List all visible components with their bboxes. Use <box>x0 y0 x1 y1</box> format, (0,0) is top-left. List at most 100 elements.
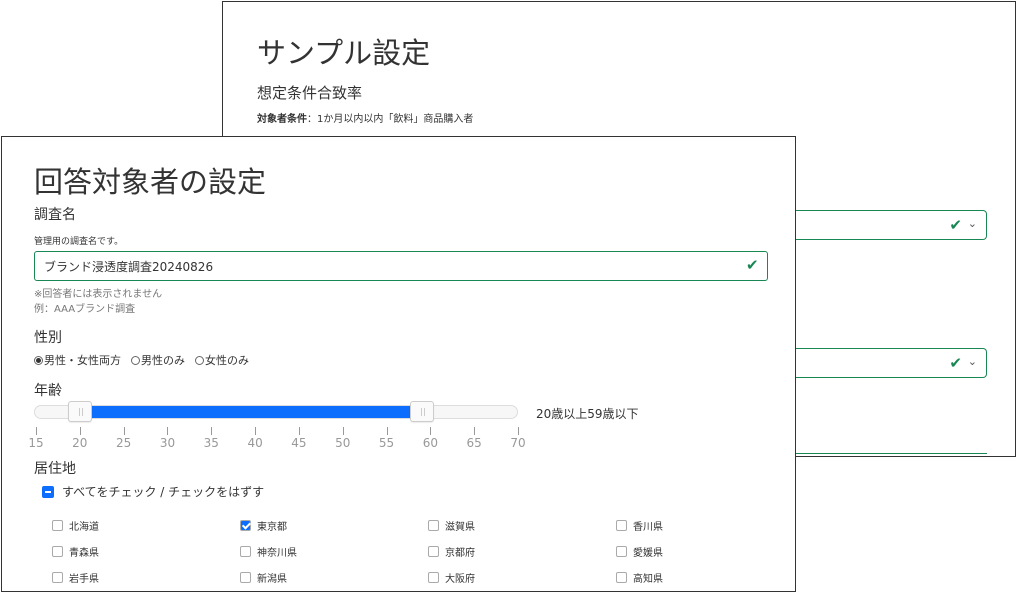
prefecture-option[interactable]: 滋賀県 <box>428 518 475 533</box>
age-tick-label: 60 <box>422 436 438 450</box>
prefecture-label: 愛媛県 <box>633 548 663 559</box>
sample-settings-title: サンプル設定 <box>257 36 431 70</box>
age-tick-label: 50 <box>335 436 351 450</box>
age-tick-label: 25 <box>115 436 132 450</box>
prefecture-label: 青森県 <box>69 548 99 559</box>
prefecture-label: 京都府 <box>445 548 475 559</box>
age-tick-label: 65 <box>466 436 482 450</box>
gender-label: 性別 <box>34 330 62 346</box>
survey-name-help: 管理用の調査名です。 <box>34 237 124 247</box>
age-tick-label: 40 <box>247 436 263 450</box>
prefecture-label: 滋賀県 <box>445 522 475 533</box>
prefecture-label: 東京都 <box>257 522 287 533</box>
radio-button[interactable] <box>131 355 140 365</box>
age-slider-max-handle[interactable] <box>409 401 434 422</box>
age-range-text: 20歳以上59歳以下 <box>536 407 639 421</box>
check-icon: ✔ <box>746 256 759 274</box>
prefecture-option[interactable]: 北海道 <box>52 518 99 533</box>
age-tick-label: 45 <box>291 436 307 450</box>
gender-radio-group: 男性・女性両方 男性のみ 女性のみ <box>34 352 249 368</box>
prefecture-checkbox[interactable] <box>428 572 439 583</box>
match-rate-heading: 想定条件合致率 <box>257 84 363 102</box>
prefecture-checkbox[interactable] <box>52 546 63 557</box>
prefecture-label: 大阪府 <box>445 574 475 585</box>
prefecture-option[interactable]: 香川県 <box>616 518 663 533</box>
target-condition-text: ：1か月以内以内「飲料」商品購入者 <box>307 114 474 125</box>
survey-name-label: 調査名 <box>34 207 76 223</box>
prefecture-checkbox[interactable] <box>616 572 627 583</box>
age-tick-mark <box>430 427 432 435</box>
age-tick-mark <box>36 427 37 435</box>
prefecture-option[interactable]: 岩手県 <box>52 570 99 585</box>
prefecture-option[interactable]: 神奈川県 <box>240 544 297 559</box>
prefecture-checkbox[interactable] <box>52 572 63 583</box>
respondent-settings-panel: 回答対象者の設定 調査名 管理用の調査名です。 ✔ ※回答者には表示されません … <box>1 136 796 592</box>
age-tick-label: 15 <box>28 436 44 450</box>
survey-name-input[interactable] <box>34 251 768 281</box>
gender-option-label: 女性のみ <box>205 354 249 367</box>
gender-option-label: 男性のみ <box>141 354 185 367</box>
prefecture-checkbox[interactable] <box>240 572 251 583</box>
sample-select-3-edge <box>783 453 987 454</box>
age-tick-mark <box>79 427 81 435</box>
prefecture-checkbox[interactable] <box>428 546 439 557</box>
prefecture-option[interactable]: 高知県 <box>616 570 663 585</box>
prefecture-checkbox[interactable] <box>428 520 439 531</box>
age-tick-mark <box>518 427 519 435</box>
chevron-down-icon: ⌄ <box>967 355 977 368</box>
age-tick-label: 30 <box>159 436 176 450</box>
prefecture-checkbox[interactable] <box>616 520 627 531</box>
prefecture-option[interactable]: 愛媛県 <box>616 544 663 559</box>
age-tick-mark <box>123 427 125 435</box>
check-icon: ✔ <box>949 216 962 234</box>
prefecture-option[interactable]: 新潟県 <box>240 570 287 585</box>
age-tick-mark <box>342 427 344 435</box>
age-tick-mark <box>386 427 388 435</box>
check-all-toggle[interactable]: すべてをチェック / チェックをはずす <box>42 483 264 500</box>
prefecture-label: 香川県 <box>633 522 663 533</box>
gender-option-both[interactable]: 男性・女性両方 <box>34 352 121 368</box>
prefecture-option[interactable]: 東京都 <box>240 518 287 533</box>
age-tick-mark <box>298 427 300 435</box>
check-all-checkbox[interactable] <box>42 485 54 498</box>
gender-option-label: 男性・女性両方 <box>44 354 121 367</box>
sample-select-1[interactable]: ✔ ⌄ <box>783 210 987 240</box>
age-tick-mark <box>255 427 257 435</box>
prefecture-label: 新潟県 <box>257 574 287 585</box>
page-title: 回答対象者の設定 <box>34 165 267 199</box>
age-label: 年齢 <box>34 383 62 399</box>
radio-button[interactable] <box>195 355 204 365</box>
chevron-down-icon: ⌄ <box>967 217 977 230</box>
prefecture-option[interactable]: 京都府 <box>428 544 475 559</box>
check-all-label: すべてをチェック / チェックをはずす <box>62 485 265 499</box>
residence-label: 居住地 <box>34 461 76 477</box>
survey-name-note: ※回答者には表示されません <box>34 289 163 300</box>
radio-button[interactable] <box>34 355 43 365</box>
age-tick-mark <box>211 427 213 435</box>
prefecture-checkbox[interactable] <box>52 520 63 531</box>
prefecture-option[interactable]: 大阪府 <box>428 570 475 585</box>
sample-select-2[interactable]: ✔ ⌄ <box>783 348 987 378</box>
prefecture-label: 神奈川県 <box>257 548 297 559</box>
prefecture-label: 北海道 <box>69 522 99 533</box>
age-tick-mark <box>167 427 169 435</box>
prefecture-checkbox[interactable] <box>240 520 251 531</box>
gender-option-male[interactable]: 男性のみ <box>131 352 185 368</box>
survey-name-example: 例：AAAブランド調査 <box>34 304 136 315</box>
target-condition: 対象者条件：1か月以内以内「飲料」商品購入者 <box>257 110 473 125</box>
age-tick-mark <box>474 427 476 435</box>
age-tick-label: 55 <box>378 436 395 450</box>
age-slider-range <box>79 406 422 418</box>
prefecture-label: 岩手県 <box>69 574 99 585</box>
gender-option-female[interactable]: 女性のみ <box>195 352 249 368</box>
age-tick-label: 70 <box>510 436 526 450</box>
check-icon: ✔ <box>949 354 962 372</box>
prefecture-checkbox[interactable] <box>240 546 251 557</box>
age-tick-label: 35 <box>203 436 219 450</box>
age-tick-label: 20 <box>72 436 88 450</box>
age-slider-min-handle[interactable] <box>67 401 92 422</box>
prefecture-checkbox[interactable] <box>616 546 627 557</box>
target-condition-label: 対象者条件 <box>257 114 307 125</box>
prefecture-label: 高知県 <box>633 574 663 585</box>
prefecture-option[interactable]: 青森県 <box>52 544 99 559</box>
